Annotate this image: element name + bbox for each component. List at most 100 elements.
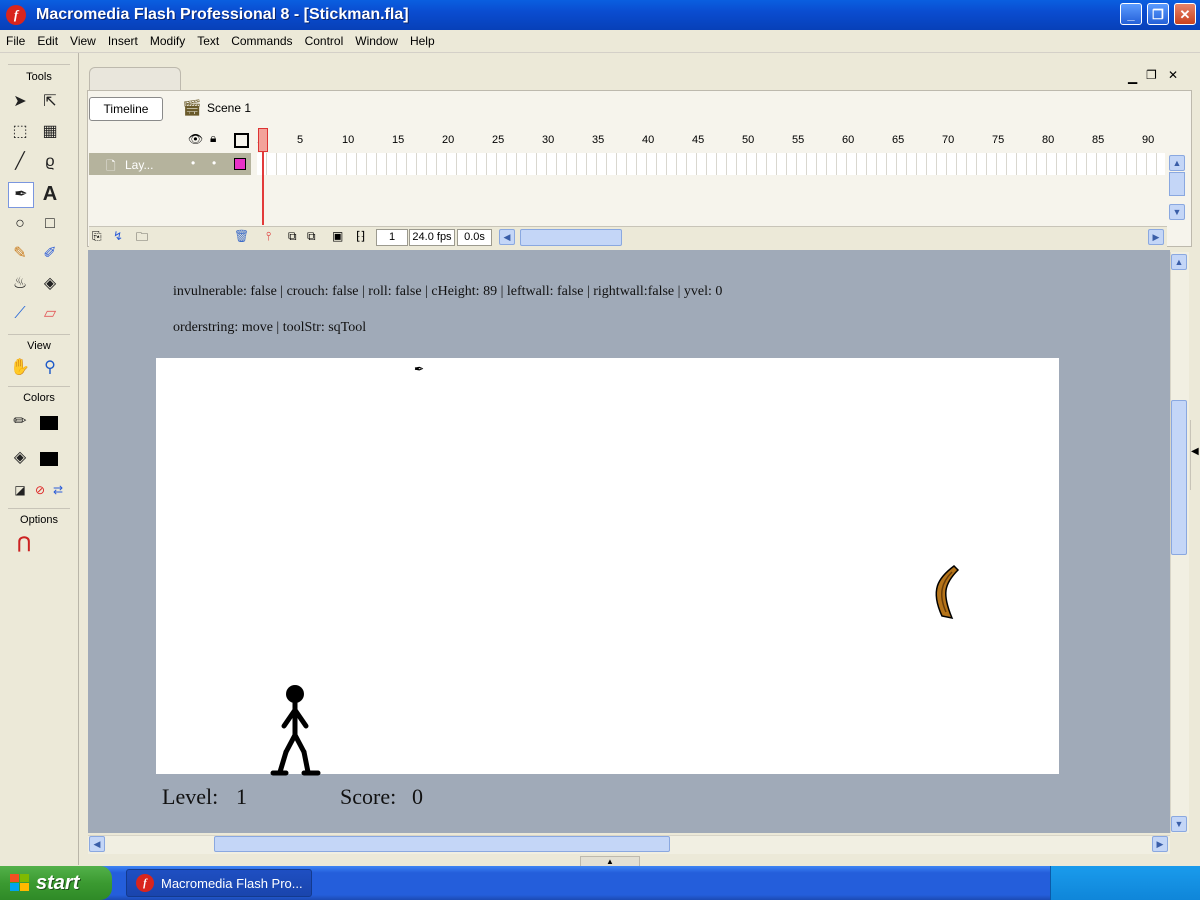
free-transform-tool-icon[interactable]: ⬚ xyxy=(8,120,32,144)
insert-folder-icon[interactable]: 🗀︎ xyxy=(136,228,148,249)
lasso-tool-icon[interactable]: ϱ xyxy=(38,150,62,174)
frame-tick-label: 75 xyxy=(992,134,1005,146)
paint-bucket-tool-icon[interactable]: ◈ xyxy=(38,272,62,296)
windows-logo-icon xyxy=(10,874,29,891)
onion-skin-icon[interactable]: ⧉ xyxy=(288,229,297,244)
add-motion-guide-icon[interactable]: ↯ xyxy=(113,229,123,243)
frame-tick-label: 55 xyxy=(792,134,805,146)
layer-visible-dot[interactable]: • xyxy=(191,156,195,170)
frame-rate-field[interactable]: 24.0 fps xyxy=(409,229,455,246)
stage-scroll-down[interactable]: ▼ xyxy=(1171,816,1187,832)
zoom-tool-icon[interactable]: ⚲ xyxy=(38,356,62,380)
restore-button[interactable]: ❐ xyxy=(1147,3,1169,25)
menu-modify[interactable]: Modify xyxy=(144,30,191,52)
menu-edit[interactable]: Edit xyxy=(31,30,64,52)
document-tab[interactable] xyxy=(89,67,181,92)
view-section-label: View xyxy=(27,340,51,352)
frame-ruler[interactable] xyxy=(253,128,1165,152)
menu-text[interactable]: Text xyxy=(191,30,225,52)
brush-tool-icon[interactable]: ✐ xyxy=(38,242,62,266)
menu-file[interactable]: File xyxy=(0,30,31,52)
outline-icon[interactable] xyxy=(234,133,249,148)
doc-restore-icon[interactable]: ❐ xyxy=(1146,68,1157,82)
tools-divider xyxy=(8,508,70,509)
frame-tick-label: 25 xyxy=(492,134,505,146)
pen-tool-icon[interactable]: ✒ xyxy=(8,182,34,208)
fill-color-swatch[interactable] xyxy=(40,452,58,466)
modify-onion-markers-icon[interactable]: ⁅⁆ xyxy=(356,229,365,243)
timeline-scroll-right[interactable]: ▶ xyxy=(1148,229,1164,245)
insert-layer-icon[interactable]: ⎘ xyxy=(92,229,102,244)
frame-tick-label: 60 xyxy=(842,134,855,146)
menu-window[interactable]: Window xyxy=(349,30,404,52)
debug-order-text: orderstring: move | toolStr: sqTool xyxy=(173,320,367,335)
snap-magnet-icon[interactable]: ⋂ xyxy=(12,532,36,556)
gradient-transform-tool-icon[interactable]: ▦ xyxy=(38,120,62,144)
menu-view[interactable]: View xyxy=(64,30,102,52)
flash-app-icon[interactable]: f xyxy=(6,5,26,25)
stage-scroll-left[interactable]: ◀ xyxy=(89,836,105,852)
timeline-scroll-up[interactable]: ▲ xyxy=(1169,155,1185,171)
menu-help[interactable]: Help xyxy=(404,30,441,52)
panel-collapse-arrow[interactable]: ▲ xyxy=(580,856,640,866)
rectangle-tool-icon[interactable]: □ xyxy=(38,212,62,236)
text-tool-icon[interactable]: A xyxy=(38,182,62,206)
stage-scroll-right[interactable]: ▶ xyxy=(1152,836,1168,852)
level-label: Level: xyxy=(162,784,219,809)
hand-tool-icon[interactable]: ✋ xyxy=(8,356,32,380)
stickman-figure[interactable] xyxy=(266,680,326,780)
layer-outline-color[interactable] xyxy=(234,158,246,170)
elapsed-time-field[interactable]: 0.0s xyxy=(457,229,492,246)
menu-insert[interactable]: Insert xyxy=(102,30,144,52)
delete-layer-icon[interactable]: 🗑︎ xyxy=(234,229,249,243)
frame-tick-label: 35 xyxy=(592,134,605,146)
frame-tick-label: 65 xyxy=(892,134,905,146)
frame-tick-label: 70 xyxy=(942,134,955,146)
current-frame-field[interactable]: 1 xyxy=(376,229,408,246)
timeline-button[interactable]: Timeline xyxy=(89,97,163,121)
doc-close-icon[interactable]: ✕ xyxy=(1168,68,1178,82)
doc-minimize-icon[interactable]: ▁ xyxy=(1128,70,1137,84)
layer-name[interactable]: Lay... xyxy=(125,158,153,172)
selection-tool-icon[interactable]: ➤ xyxy=(8,90,32,114)
stage-scroll-up[interactable]: ▲ xyxy=(1171,254,1187,270)
stage-hscroll-thumb[interactable] xyxy=(214,836,670,852)
ink-bottle-tool-icon[interactable]: ♨ xyxy=(8,272,32,296)
frame-tick-label: 50 xyxy=(742,134,755,146)
collapse-left-arrow-icon[interactable]: ◀ xyxy=(1191,446,1199,457)
timeline-scroll-left[interactable]: ◀ xyxy=(499,229,515,245)
eraser-tool-icon[interactable]: ▱ xyxy=(38,302,62,326)
stroke-color-swatch[interactable] xyxy=(40,416,58,430)
playhead-handle[interactable] xyxy=(258,128,268,152)
layer-frames[interactable] xyxy=(257,153,1165,175)
timeline-vscroll-thumb[interactable] xyxy=(1169,172,1185,196)
menu-control[interactable]: Control xyxy=(299,30,350,52)
score-label: Score: xyxy=(340,784,397,809)
boomerang-sprite[interactable] xyxy=(924,560,964,624)
colors-section-label: Colors xyxy=(23,392,55,404)
line-tool-icon[interactable]: ╱ xyxy=(8,150,32,174)
minimize-button[interactable]: _ xyxy=(1120,3,1142,25)
menu-commands[interactable]: Commands xyxy=(225,30,298,52)
layer-lock-dot[interactable]: • xyxy=(212,156,216,170)
lock-icon[interactable]: 🔒︎ xyxy=(210,131,216,146)
frame-tick-label: 30 xyxy=(542,134,555,146)
edit-multiple-frames-icon[interactable]: ▣ xyxy=(332,229,343,243)
tools-grip xyxy=(8,64,70,65)
debug-status-text: invulnerable: false | crouch: false | ro… xyxy=(173,284,723,299)
scene-label[interactable]: Scene 1 xyxy=(207,101,251,115)
timeline-hscroll-thumb[interactable] xyxy=(520,229,622,246)
frame-tick-label: 20 xyxy=(442,134,455,146)
eyedropper-tool-icon[interactable]: ⟋ xyxy=(8,302,32,326)
subselection-tool-icon[interactable]: ⇱ xyxy=(38,90,62,114)
swap-colors-icon[interactable]: ⇄ xyxy=(46,478,70,502)
stage-vscroll-thumb[interactable] xyxy=(1171,400,1187,555)
onion-skin-outlines-icon[interactable]: ⧉ xyxy=(307,229,316,244)
close-button[interactable]: ✕ xyxy=(1174,3,1196,25)
timeline-scroll-down[interactable]: ▼ xyxy=(1169,204,1185,220)
fill-color-icon: ◈ xyxy=(13,449,27,466)
oval-tool-icon[interactable]: ○ xyxy=(8,212,32,236)
center-frame-icon[interactable]: ⫯ xyxy=(266,229,271,244)
pencil-tool-icon[interactable]: ✎ xyxy=(8,242,32,266)
show-hide-eye-icon[interactable]: 👁︎ xyxy=(188,132,203,146)
